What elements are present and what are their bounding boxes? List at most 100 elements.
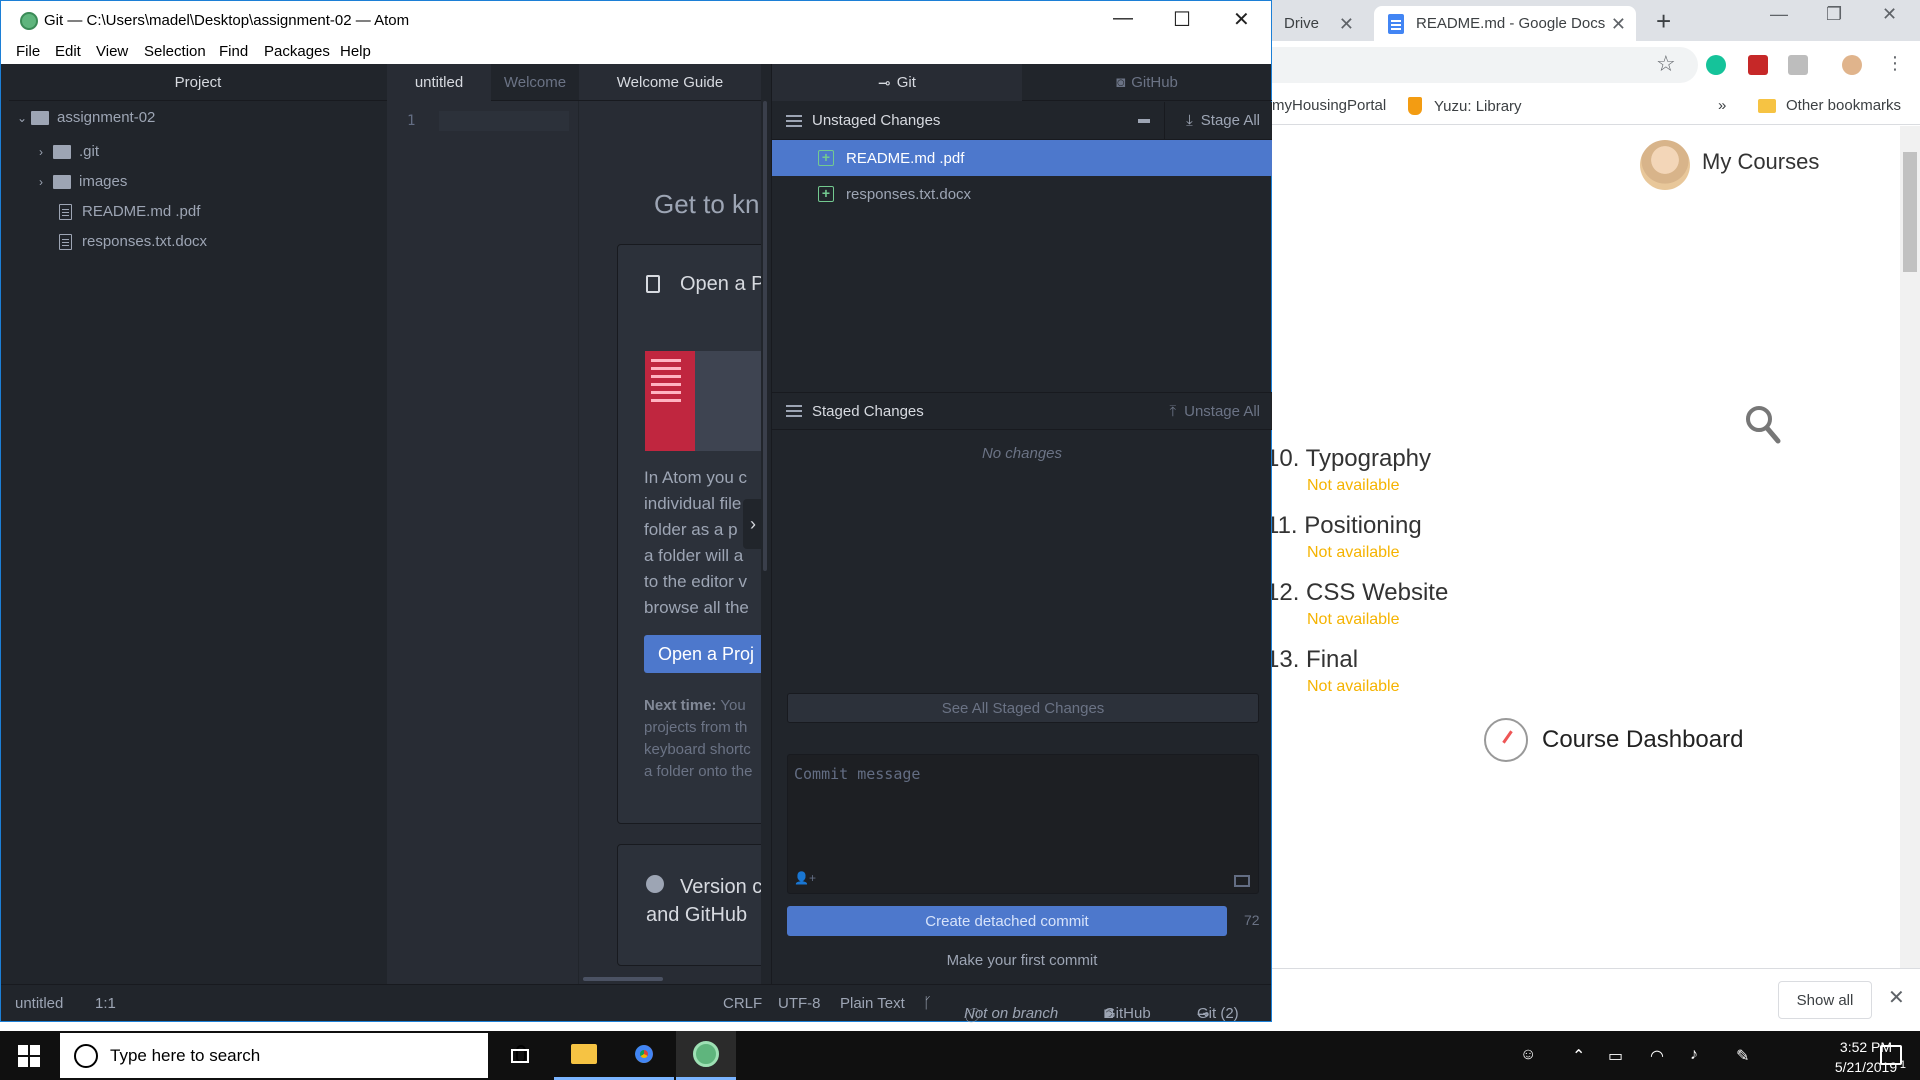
tree-item-readme[interactable]: README.md .pdf xyxy=(59,203,200,220)
course-item[interactable]: 12. CSS Website Not available xyxy=(1266,579,1448,629)
card-title[interactable]: Version c and GitHub xyxy=(646,873,761,929)
tab-readme-google-docs[interactable]: README.md - Google Docs ✕ xyxy=(1374,6,1636,41)
git-branch-icon[interactable]: ᚴ xyxy=(923,995,932,1012)
unstaged-file-readme[interactable]: + README.md .pdf xyxy=(772,140,1272,176)
pen-icon[interactable]: ✎ xyxy=(1736,1046,1749,1066)
bookmark-label: Yuzu: Library xyxy=(1434,97,1522,115)
battery-icon[interactable]: ▭ xyxy=(1608,1046,1623,1066)
unstage-all-button[interactable]: ⤒ Unstage All xyxy=(1169,403,1260,420)
create-detached-commit-button[interactable]: Create detached commit xyxy=(787,906,1227,936)
unstaged-file-responses[interactable]: + responses.txt.docx xyxy=(772,176,1272,212)
cursor-line[interactable] xyxy=(439,111,569,131)
editor-gutter[interactable]: 1 xyxy=(387,101,579,984)
status-file-name[interactable]: untitled xyxy=(15,995,63,1012)
commit-message-editor[interactable]: Commit message 👤+ xyxy=(787,754,1259,894)
bookmarks-overflow-button[interactable]: » xyxy=(1718,97,1726,114)
tab-welcome[interactable]: Welcome xyxy=(491,64,579,101)
chrome-taskbar-icon[interactable] xyxy=(614,1031,674,1080)
show-hidden-icons-icon[interactable]: ⌃ xyxy=(1572,1046,1585,1066)
page-scrollbar[interactable] xyxy=(1900,126,1920,968)
horizontal-scrollbar[interactable] xyxy=(583,977,663,981)
unstaged-header-label: Unstaged Changes xyxy=(812,112,941,129)
status-bar: untitled 1:1 CRLF UTF-8 Plain Text ᚴ ⓘ N… xyxy=(1,984,1271,1025)
collapse-icon[interactable] xyxy=(1138,119,1150,123)
welcome-scrollbar[interactable] xyxy=(763,101,767,571)
menu-edit[interactable]: Edit xyxy=(55,43,81,60)
status-encoding[interactable]: UTF-8 xyxy=(778,995,821,1012)
grammarly-icon[interactable] xyxy=(1706,55,1726,75)
tree-item-git[interactable]: › .git xyxy=(39,143,99,160)
course-item[interactable]: 10. Typography Not available xyxy=(1266,445,1431,495)
task-view-icon[interactable] xyxy=(490,1031,550,1080)
scrollbar-thumb[interactable] xyxy=(1903,152,1917,272)
close-downloads-icon[interactable]: ✕ xyxy=(1888,985,1905,1010)
bookmark-yuzu-library[interactable]: Yuzu: Library xyxy=(1408,97,1522,115)
volume-icon[interactable]: ♪ xyxy=(1690,1046,1698,1064)
tree-header[interactable]: Project xyxy=(9,64,387,101)
menu-file[interactable]: File xyxy=(16,43,40,60)
tab-close-icon[interactable]: ✕ xyxy=(1339,14,1354,35)
co-author-icon[interactable]: 👤+ xyxy=(794,871,816,885)
tree-item-responses[interactable]: responses.txt.docx xyxy=(59,233,207,250)
open-project-button[interactable]: Open a Proj xyxy=(644,635,761,673)
atom-taskbar-icon[interactable] xyxy=(676,1031,736,1080)
expand-editor-icon[interactable] xyxy=(1234,875,1250,887)
stage-all-label: Stage All xyxy=(1200,112,1260,129)
menu-help[interactable]: Help xyxy=(340,43,371,60)
notification-center-icon[interactable]: 1 xyxy=(1880,1045,1906,1071)
minimize-icon[interactable]: — xyxy=(1113,7,1133,30)
card-title[interactable]: Open a P xyxy=(680,273,761,296)
notification-count: 1 xyxy=(1899,1059,1906,1071)
bookmark-myhousingportal[interactable]: myHousingPortal xyxy=(1272,97,1386,114)
tab-drive-label: Drive xyxy=(1284,15,1320,32)
course-dashboard-link[interactable]: Course Dashboard xyxy=(1484,718,1743,762)
file-explorer-icon[interactable] xyxy=(554,1031,614,1080)
status-grammar[interactable]: Plain Text xyxy=(840,995,905,1012)
menu-find[interactable]: Find xyxy=(219,43,248,60)
course-item[interactable]: 11. Positioning Not available xyxy=(1266,512,1422,562)
tab-untitled[interactable]: untitled xyxy=(387,64,491,101)
new-tab-button[interactable]: + xyxy=(1656,6,1671,37)
bookmark-other-bookmarks[interactable]: Other bookmarks xyxy=(1758,97,1901,114)
downloads-bar: Show all ✕ xyxy=(1266,968,1920,1031)
atom-logo-icon xyxy=(20,12,38,30)
windows-start-icon[interactable] xyxy=(18,1045,40,1067)
line-number: 1 xyxy=(407,113,416,129)
dock-toggle-chevron-icon[interactable]: › xyxy=(743,499,763,549)
taskbar-search-box[interactable]: Type here to search xyxy=(60,1033,526,1078)
menu-packages[interactable]: Packages xyxy=(264,43,330,60)
restore-icon[interactable]: ❐ xyxy=(1826,4,1842,25)
stage-all-button[interactable]: ⤓ Stage All xyxy=(1186,112,1260,129)
tab-drive[interactable]: Drive ✕ xyxy=(1270,6,1364,41)
profile-avatar[interactable] xyxy=(1842,55,1862,75)
next-time-label: Next time: xyxy=(644,697,717,714)
ublock-icon[interactable] xyxy=(1748,55,1768,75)
menu-view[interactable]: View xyxy=(96,43,128,60)
bookmark-star-icon[interactable]: ☆ xyxy=(1656,51,1676,77)
tab-welcome-guide[interactable]: Welcome Guide xyxy=(579,64,761,101)
chrome-menu-icon[interactable]: ⋮ xyxy=(1886,53,1904,74)
tree-root-folder[interactable]: ⌄ assignment-02 xyxy=(17,109,155,126)
tab-close-icon[interactable]: ✕ xyxy=(1611,14,1626,35)
close-icon[interactable]: ✕ xyxy=(1233,7,1250,32)
minimize-icon[interactable]: — xyxy=(1770,4,1788,25)
course-item[interactable]: 13. Final Not available xyxy=(1266,646,1400,696)
window-title: Git — C:\Users\madel\Desktop\assignment-… xyxy=(44,12,410,29)
maximize-icon[interactable]: ☐ xyxy=(1173,7,1191,32)
show-all-downloads-button[interactable]: Show all xyxy=(1778,981,1872,1019)
my-courses-title[interactable]: My Courses xyxy=(1702,149,1819,175)
tab-github[interactable]: ◙ GitHub xyxy=(1022,64,1272,101)
user-avatar[interactable] xyxy=(1640,140,1690,190)
search-icon[interactable] xyxy=(1745,405,1781,445)
menu-selection[interactable]: Selection xyxy=(144,43,206,60)
tree-item-images[interactable]: › images xyxy=(39,173,127,190)
see-all-staged-changes-button[interactable]: See All Staged Changes xyxy=(787,693,1259,723)
tab-git[interactable]: ⊸ Git xyxy=(772,64,1022,101)
tree-item-label: README.md .pdf xyxy=(82,203,201,220)
people-icon[interactable]: ☺ xyxy=(1520,1046,1536,1064)
status-cursor-position[interactable]: 1:1 xyxy=(95,995,116,1012)
status-line-ending[interactable]: CRLF xyxy=(723,995,762,1012)
extension-icon[interactable] xyxy=(1788,55,1808,75)
wifi-icon[interactable]: ◠ xyxy=(1650,1046,1664,1066)
close-icon[interactable]: ✕ xyxy=(1882,4,1897,25)
